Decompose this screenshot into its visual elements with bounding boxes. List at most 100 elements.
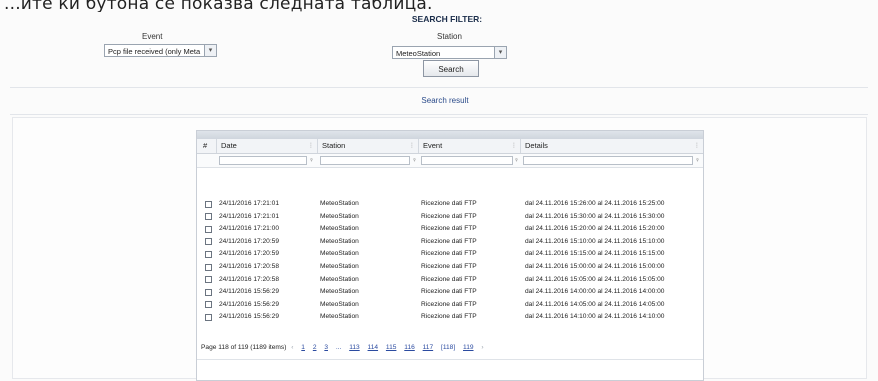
column-header-event[interactable]: Event ⋮ <box>419 139 521 153</box>
pager-next-icon[interactable]: › <box>481 344 483 351</box>
cell-details: dal 24.11.2016 15:30:00 al 24.11.2016 15… <box>525 212 665 220</box>
pager-prev-icon[interactable]: ‹ <box>291 344 293 351</box>
chevron-down-icon[interactable]: ▾ <box>204 45 216 56</box>
cell-event: Ricezione dati FTP <box>421 225 477 233</box>
pager-page-link[interactable]: 117 <box>423 344 434 351</box>
results-grid: # Date ⋮ Station ⋮ Event ⋮ Details ⋮ ♀ ♀… <box>196 130 704 381</box>
cell-details: dal 24.11.2016 14:00:00 al 24.11.2016 14… <box>525 288 665 296</box>
grid-header: # Date ⋮ Station ⋮ Event ⋮ Details ⋮ <box>197 139 703 154</box>
cell-station: MeteoStation <box>320 225 359 233</box>
column-header-station-label: Station <box>322 141 346 150</box>
filter-icon[interactable]: ♀ <box>695 156 700 165</box>
pager-page-link[interactable]: 116 <box>404 344 415 351</box>
cell-date: 24/11/2016 17:21:01 <box>219 212 280 220</box>
cell-station: MeteoStation <box>320 288 359 296</box>
pager-summary: Page 118 of 119 (1189 items) <box>201 344 287 351</box>
station-filter-input[interactable] <box>320 156 410 165</box>
cell-event: Ricezione dati FTP <box>421 200 477 207</box>
row-checkbox[interactable] <box>205 250 212 258</box>
column-header-station[interactable]: Station ⋮ <box>318 139 419 153</box>
table-row[interactable]: 24/11/2016 17:20:59 MeteoStation Ricezio… <box>197 236 703 249</box>
table-row[interactable]: 24/11/2016 17:20:58 MeteoStation Ricezio… <box>197 261 703 274</box>
cell-details: dal 24.11.2016 14:10:00 al 24.11.2016 14… <box>525 313 665 321</box>
row-checkbox[interactable] <box>205 200 212 208</box>
cell-date: 24/11/2016 17:21:00 <box>219 225 280 233</box>
sort-icon[interactable]: ⋮ <box>694 139 700 153</box>
station-label: Station <box>437 32 462 41</box>
cell-station: MeteoStation <box>320 200 359 207</box>
details-filter-input[interactable] <box>523 156 693 165</box>
cell-date: 24/11/2016 17:20:59 <box>219 250 280 258</box>
row-checkbox[interactable] <box>205 301 212 309</box>
row-checkbox[interactable] <box>205 276 212 284</box>
pager-ellipsis[interactable]: ... <box>336 344 342 351</box>
pager-page-link[interactable]: 114 <box>368 344 379 351</box>
sort-icon[interactable]: ⋮ <box>308 139 314 153</box>
cell-station: MeteoStation <box>320 212 359 220</box>
pager-page-link[interactable]: 2 <box>313 344 317 351</box>
search-button[interactable]: Search <box>423 60 479 77</box>
chevron-down-icon[interactable]: ▾ <box>494 47 506 58</box>
table-row[interactable]: 24/11/2016 17:21:01 MeteoStation Ricezio… <box>197 198 703 211</box>
sort-icon[interactable]: ⋮ <box>511 139 517 153</box>
row-checkbox[interactable] <box>205 288 212 296</box>
grid-footer-divider <box>197 359 703 360</box>
divider <box>10 87 868 88</box>
pager-page-link[interactable]: 119 <box>463 344 474 351</box>
pager-page-link[interactable]: 1 <box>301 344 305 351</box>
event-select[interactable]: Pcp file received (only Meta ▾ <box>104 44 217 57</box>
pager-page-link[interactable]: 3 <box>324 344 328 351</box>
date-filter-input[interactable] <box>219 156 307 165</box>
cell-date: 24/11/2016 17:20:59 <box>219 237 280 245</box>
sort-icon[interactable]: ⋮ <box>409 139 415 153</box>
pager-page-link[interactable]: 113 <box>349 344 360 351</box>
filter-row: ♀ ♀ ♀ ♀ <box>197 154 703 168</box>
table-row[interactable]: 24/11/2016 17:21:00 MeteoStation Ricezio… <box>197 223 703 236</box>
column-header-details[interactable]: Details ⋮ <box>521 139 703 153</box>
row-checkbox[interactable] <box>205 213 212 221</box>
cell-event: Ricezione dati FTP <box>421 250 477 258</box>
table-row[interactable]: 24/11/2016 15:56:29 MeteoStation Ricezio… <box>197 311 703 324</box>
cell-station: MeteoStation <box>320 263 359 270</box>
table-row[interactable]: 24/11/2016 17:21:01 MeteoStation Ricezio… <box>197 211 703 224</box>
row-checkbox[interactable] <box>205 225 212 233</box>
column-header-date[interactable]: Date ⋮ <box>217 139 318 153</box>
filter-icon[interactable]: ♀ <box>412 156 417 165</box>
cell-date: 24/11/2016 15:56:29 <box>219 300 280 308</box>
cell-details: dal 24.11.2016 15:10:00 al 24.11.2016 15… <box>525 237 665 245</box>
grid-toolbar <box>197 131 703 139</box>
station-select[interactable]: MeteoStation ▾ <box>392 46 507 59</box>
row-checkbox[interactable] <box>205 238 212 246</box>
column-header-details-label: Details <box>525 141 548 150</box>
cell-event: Ricezione dati FTP <box>421 237 477 245</box>
cell-date: 24/11/2016 15:56:29 <box>219 288 280 296</box>
cell-event: Ricezione dati FTP <box>421 275 477 283</box>
pager-current-page: [118] <box>440 344 456 351</box>
cell-date: 24/11/2016 17:21:01 <box>219 200 280 207</box>
divider <box>10 114 868 115</box>
pager-page-link[interactable]: 115 <box>386 344 397 351</box>
search-result-title: Search result <box>421 96 469 105</box>
column-header-event-label: Event <box>423 141 443 150</box>
table-row[interactable]: 24/11/2016 17:20:59 MeteoStation Ricezio… <box>197 248 703 261</box>
event-filter-input[interactable] <box>421 156 513 165</box>
cell-details: dal 24.11.2016 15:20:00 al 24.11.2016 15… <box>525 225 665 233</box>
cell-station: MeteoStation <box>320 300 359 308</box>
column-header-date-label: Date <box>221 141 237 150</box>
event-label: Event <box>142 32 163 41</box>
cell-station: MeteoStation <box>320 250 359 258</box>
table-row[interactable]: 24/11/2016 15:56:29 MeteoStation Ricezio… <box>197 286 703 299</box>
row-checkbox[interactable] <box>205 313 212 321</box>
document-caption-text: ...ите ки бутона се показва следната таб… <box>4 0 433 12</box>
cell-event: Ricezione dati FTP <box>421 288 477 296</box>
filter-icon[interactable]: ♀ <box>309 156 314 165</box>
cell-station: MeteoStation <box>320 237 359 245</box>
cell-station: MeteoStation <box>320 275 359 283</box>
cell-date: 24/11/2016 15:56:29 <box>219 313 280 321</box>
table-row[interactable]: 24/11/2016 17:20:58 MeteoStation Ricezio… <box>197 274 703 287</box>
filter-icon[interactable]: ♀ <box>514 156 519 165</box>
column-header-index: # <box>197 139 217 153</box>
table-row[interactable]: 24/11/2016 15:56:29 MeteoStation Ricezio… <box>197 299 703 312</box>
cell-event: Ricezione dati FTP <box>421 300 477 308</box>
row-checkbox[interactable] <box>205 263 212 271</box>
